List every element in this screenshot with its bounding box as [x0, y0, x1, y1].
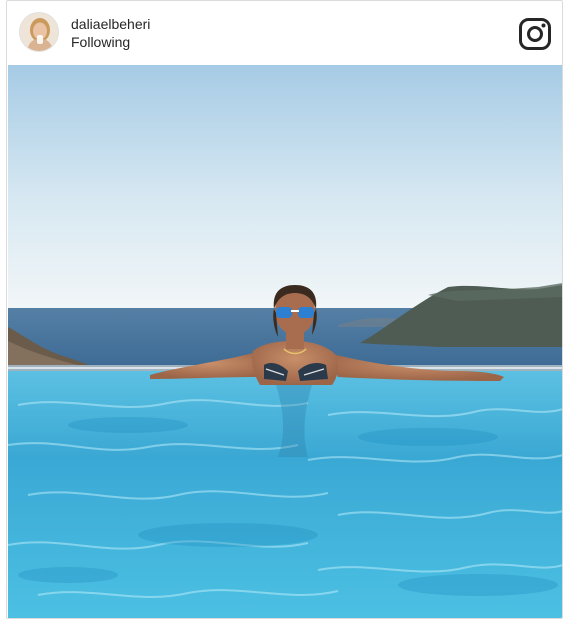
- instagram-icon[interactable]: [518, 17, 552, 51]
- instagram-embed-card: daliaelbeheri Following: [6, 0, 563, 619]
- following-status[interactable]: Following: [71, 33, 150, 51]
- avatar-image: [20, 13, 58, 51]
- avatar[interactable]: [19, 12, 59, 52]
- post-photo[interactable]: [8, 65, 562, 618]
- post-header: daliaelbeheri Following: [7, 1, 562, 65]
- username-link[interactable]: daliaelbeheri: [71, 15, 150, 33]
- user-meta: daliaelbeheri Following: [71, 15, 150, 51]
